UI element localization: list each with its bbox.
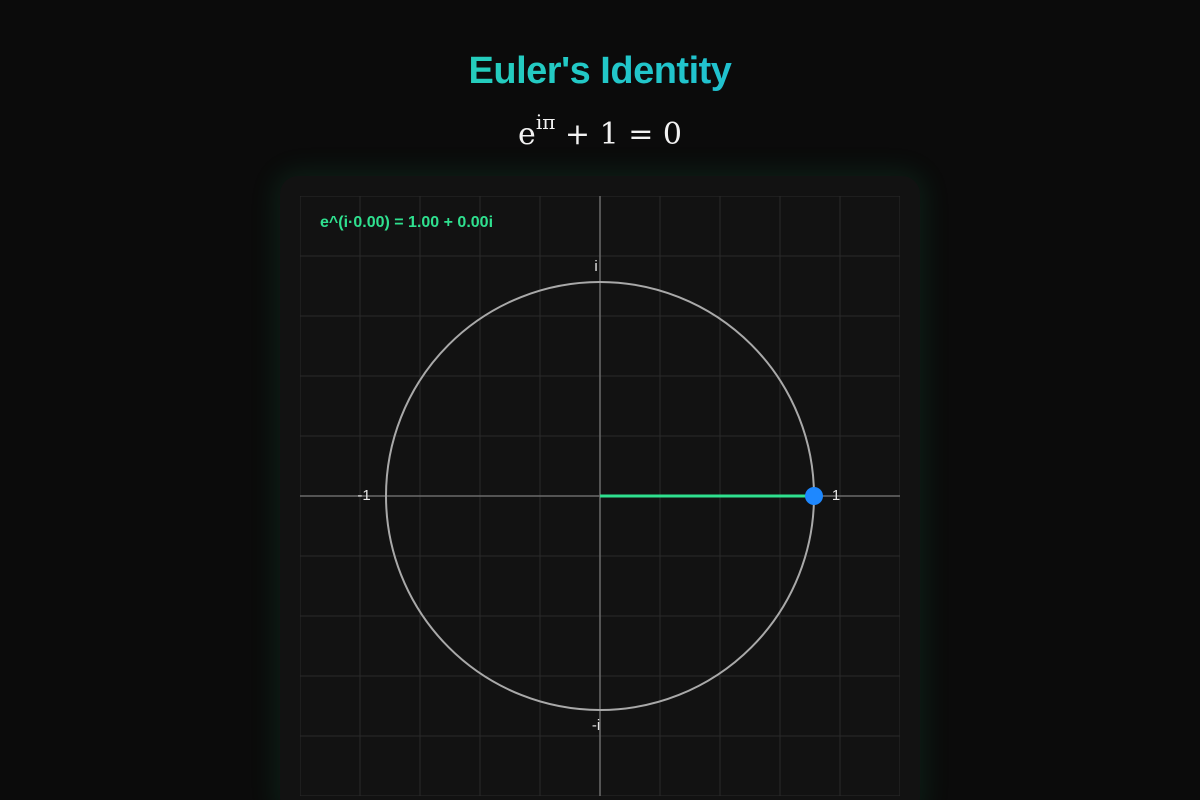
value-readout: e^(i·0.00) = 1.00 + 0.00i [320, 214, 493, 231]
real-positive-label: 1 [832, 487, 840, 504]
formula-rest: + 1 = 0 [555, 117, 682, 152]
imaginary-negative-label: -i [592, 717, 600, 734]
imaginary-positive-label: i [594, 258, 597, 275]
formula-base: e [518, 117, 536, 152]
page: Euler's Identity eiπ + 1 = 0 e^(i·0.00) … [0, 0, 1200, 800]
euler-formula: eiπ + 1 = 0 [0, 110, 1200, 152]
complex-plane[interactable]: e^(i·0.00) = 1.00 + 0.00i i -i 1 -1 [300, 196, 900, 796]
rotating-point[interactable] [805, 487, 823, 505]
formula-exponent: iπ [535, 110, 556, 134]
real-negative-label: -1 [357, 487, 370, 504]
page-title: Euler's Identity [0, 50, 1200, 93]
